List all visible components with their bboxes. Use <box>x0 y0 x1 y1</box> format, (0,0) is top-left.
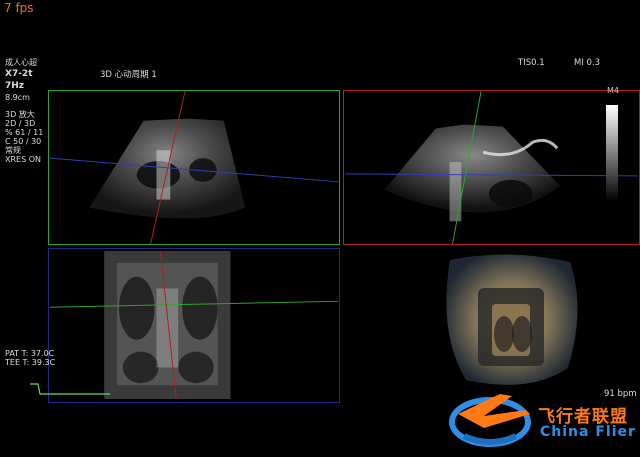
view-panel-top-right[interactable]: M4 <box>343 86 640 245</box>
grayscale-bar-label: M4 <box>607 86 619 95</box>
probe-label: X7-2t <box>5 69 33 79</box>
watermark-en: China Flier <box>540 424 636 440</box>
ultrasound-plane-view-3 <box>49 250 339 400</box>
params-line-4: 常规 <box>5 146 21 155</box>
params-line-3: C 50 / 30 <box>5 137 42 146</box>
params-line-5: XRES ON <box>5 155 41 164</box>
ultrasound-sector-view-2 <box>344 91 639 244</box>
ultrasound-sector-view-1 <box>49 91 339 244</box>
3d-volume-render[interactable] <box>430 248 586 396</box>
mi-readout: MI 0.3 <box>574 58 601 68</box>
frequency-label: 7Hz <box>5 81 25 91</box>
params-line-1: 2D / 3D <box>5 119 36 128</box>
tis-readout: TIS0.1 <box>518 58 545 68</box>
params-line-2: % 61 / 11 <box>5 128 44 137</box>
params-title: 3D 放大 <box>5 110 35 119</box>
preset-label: 成人心超 <box>5 58 37 67</box>
fps-readout: 7 fps <box>4 1 34 15</box>
heart-rate: 91 bpm <box>604 389 637 399</box>
grayscale-bar <box>606 105 618 201</box>
view-panel-top-left[interactable] <box>48 90 340 245</box>
mode-title: 3D 心动周期 1 <box>100 70 157 80</box>
tee-temp: TEE T: 39.3C <box>5 358 56 367</box>
patient-temp: PAT T: 37.0C <box>5 349 55 358</box>
view-panel-bottom-left[interactable] <box>48 248 340 403</box>
ecg-trace <box>30 383 110 395</box>
airplane-logo-icon <box>449 394 531 447</box>
depth-label: 8.9cm <box>5 93 30 102</box>
